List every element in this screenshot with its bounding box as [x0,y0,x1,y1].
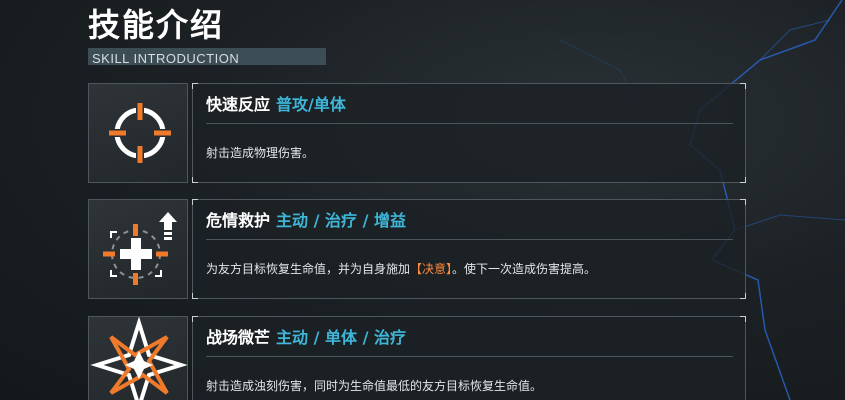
skill-card[interactable]: 战场微芒 主动 / 单体 / 治疗 射击造成浊刻伤害，同时为生命值最低的友方目标恢… [88,316,746,400]
skill-detail: 快速反应 普攻/单体 射击造成物理伤害。 [192,83,746,183]
skill-description-text: 射击造成浊刻伤害，同时为生命值最低的友方目标恢复生命值。 [206,379,543,393]
skill-card[interactable]: 危情救护 主动 / 治疗 / 增益 为友方目标恢复生命值，并为自身施加【决意】。使… [88,199,746,299]
divider [206,356,733,357]
skill-name: 危情救护 [206,211,271,230]
skill-intro-panel: 技能介绍 SKILL INTRODUCTION 快速反应 普攻/单体 射击造成物… [0,0,845,400]
skill-tags: 主动 / 单体 / 治疗 [276,328,406,347]
status-keyword[interactable]: 【决意】 [410,262,452,276]
skill-description-text: 为友方目标恢复生命值，并为自身施加 [206,262,411,276]
skill-description-text: 射击造成物理伤害。 [206,146,315,160]
page-title: 技能介绍 [88,6,225,44]
skill-name: 战场微芒 [206,328,271,347]
star-burst-icon [90,317,188,400]
divider [206,239,733,240]
crosshair-icon [109,103,171,163]
subtitle-bar: SKILL INTRODUCTION [88,48,326,65]
skill-tags: 普攻/单体 [276,95,346,114]
skill-icon-frame [88,83,188,183]
skill-header: 战场微芒 主动 / 单体 / 治疗 [206,325,406,351]
skill-card[interactable]: 快速反应 普攻/单体 射击造成物理伤害。 [88,83,746,183]
skill-icon-frame [88,316,188,400]
skill-detail: 危情救护 主动 / 治疗 / 增益 为友方目标恢复生命值，并为自身施加【决意】。使… [192,199,746,299]
skill-header: 快速反应 普攻/单体 [206,92,346,118]
divider [206,123,733,124]
skill-description: 射击造成浊刻伤害，同时为生命值最低的友方目标恢复生命值。 [206,377,542,395]
skill-tags: 主动 / 治疗 / 增益 [276,211,406,230]
page-subtitle: SKILL INTRODUCTION [92,51,240,65]
skill-name: 快速反应 [206,95,271,114]
skill-header: 危情救护 主动 / 治疗 / 增益 [206,208,406,234]
skill-icon-frame [88,199,188,299]
skill-description: 射击造成物理伤害。 [206,144,314,162]
skill-description-text: 。使下一次造成伤害提高。 [452,262,597,276]
heal-buff-icon [103,212,177,285]
skill-description: 为友方目标恢复生命值，并为自身施加【决意】。使下一次造成伤害提高。 [206,260,596,278]
skill-detail: 战场微芒 主动 / 单体 / 治疗 射击造成浊刻伤害，同时为生命值最低的友方目标恢… [192,316,746,400]
